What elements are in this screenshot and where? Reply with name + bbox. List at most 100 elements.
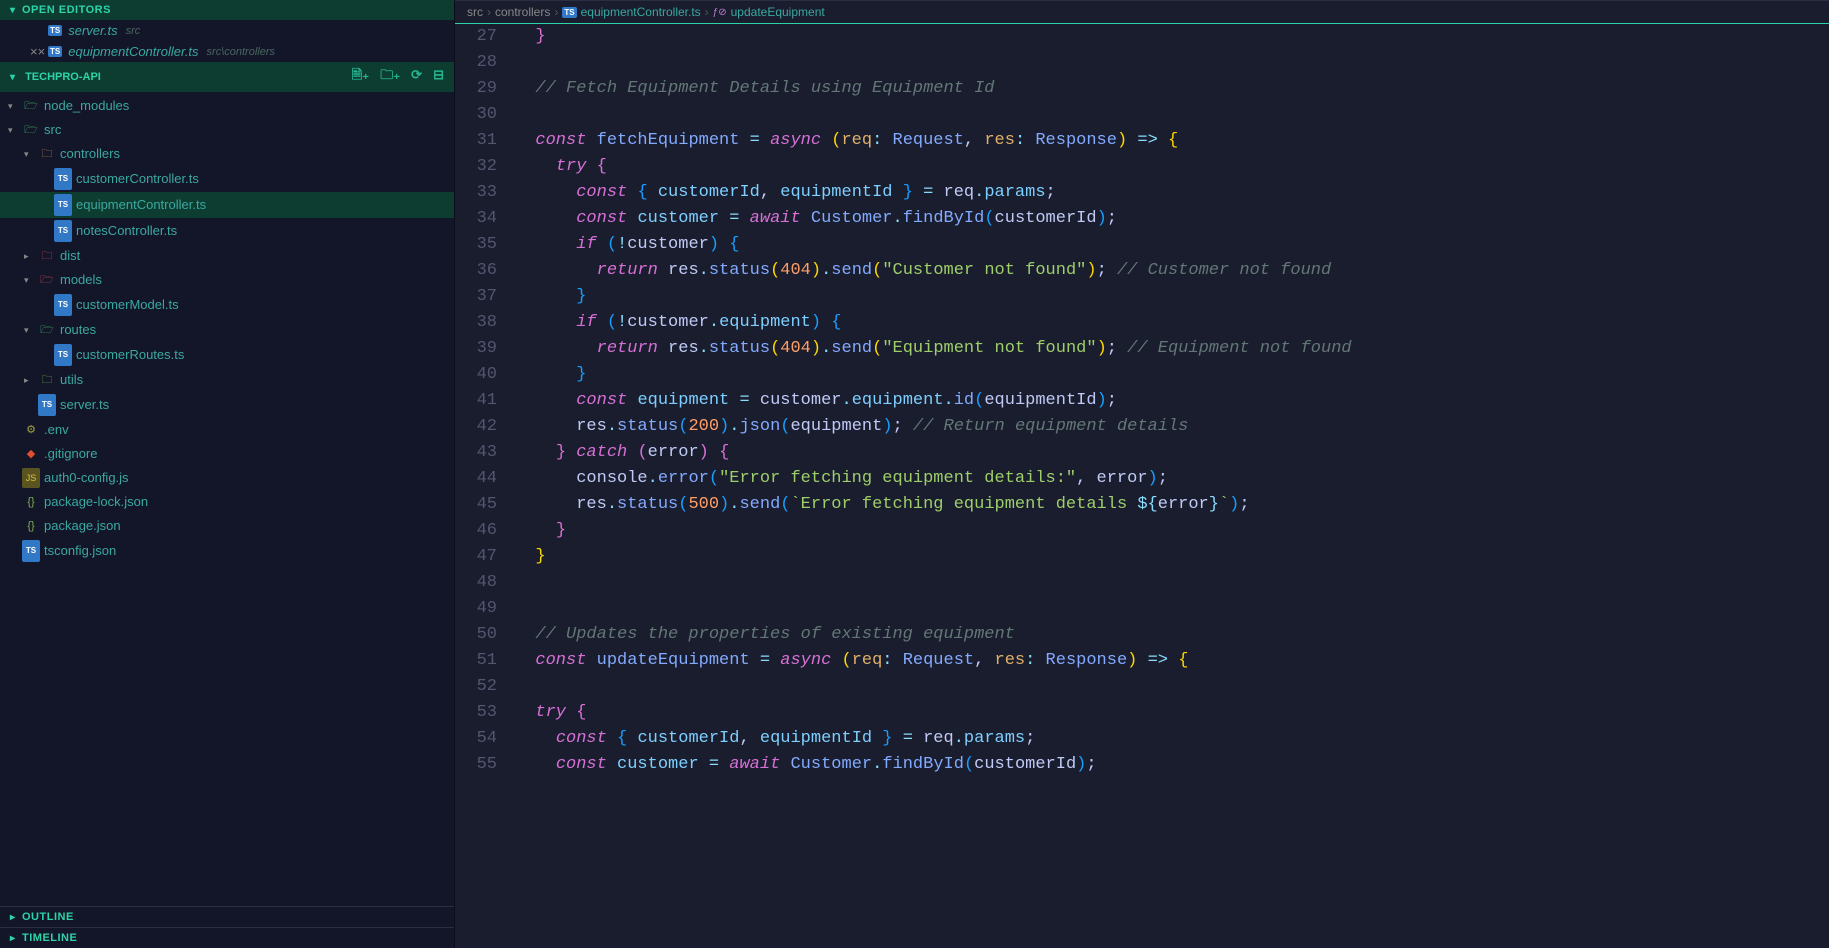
code-line[interactable]: } catch (error) { bbox=[515, 440, 1829, 466]
code-line[interactable]: const fetchEquipment = async (req: Reque… bbox=[515, 128, 1829, 154]
line-number: 35 bbox=[455, 232, 497, 258]
code-line[interactable] bbox=[515, 570, 1829, 596]
folder-item[interactable]: ▸🗀dist bbox=[0, 244, 454, 268]
close-icon[interactable]: × bbox=[30, 44, 48, 59]
line-number: 48 bbox=[455, 570, 497, 596]
line-number: 32 bbox=[455, 154, 497, 180]
code-line[interactable] bbox=[515, 674, 1829, 700]
line-number: 28 bbox=[455, 50, 497, 76]
folder-src-icon: 🗁 bbox=[38, 320, 56, 340]
outline-header[interactable]: ▸ OUTLINE bbox=[0, 906, 454, 927]
code-line[interactable]: console.error("Error fetching equipment … bbox=[515, 466, 1829, 492]
code-line[interactable]: res.status(200).json(equipment); // Retu… bbox=[515, 414, 1829, 440]
ts-icon: TS bbox=[54, 344, 72, 366]
sidebar: ▾ OPEN EDITORS TSserver.tssrc×TSequipmen… bbox=[0, 0, 455, 948]
code-line[interactable]: const customer = await Customer.findById… bbox=[515, 206, 1829, 232]
folder-utils-icon: 🗀 bbox=[38, 370, 56, 390]
file-item[interactable]: TSequipmentController.ts bbox=[0, 192, 454, 218]
timeline-header[interactable]: ▸ TIMELINE bbox=[0, 927, 454, 948]
code-line[interactable]: if (!customer.equipment) { bbox=[515, 310, 1829, 336]
chevron-right-icon: › bbox=[705, 5, 709, 19]
chevron-down-icon: ▾ bbox=[24, 270, 38, 290]
file-item[interactable]: TStsconfig.json bbox=[0, 538, 454, 564]
file-item[interactable]: {}package-lock.json bbox=[0, 490, 454, 514]
ts-icon: TS bbox=[22, 540, 40, 562]
code-line[interactable]: const { customerId, equipmentId } = req.… bbox=[515, 726, 1829, 752]
code-line[interactable] bbox=[515, 596, 1829, 622]
file-item[interactable]: TSnotesController.ts bbox=[0, 218, 454, 244]
open-editor-item[interactable]: ×TSequipmentController.tssrc\controllers bbox=[0, 41, 454, 62]
timeline-label: TIMELINE bbox=[22, 932, 77, 944]
code-line[interactable]: } bbox=[515, 284, 1829, 310]
folder-item[interactable]: ▾🗁routes bbox=[0, 318, 454, 342]
code-line[interactable] bbox=[515, 50, 1829, 76]
breadcrumb-item[interactable]: updateEquipment bbox=[731, 5, 825, 19]
typescript-icon: TS bbox=[48, 46, 62, 57]
line-gutter: 2728293031323334353637383940414243444546… bbox=[455, 24, 515, 948]
collapse-all-icon[interactable]: ⊟ bbox=[433, 67, 444, 82]
file-item[interactable]: TScustomerController.ts bbox=[0, 166, 454, 192]
code-line[interactable]: res.status(500).send(`Error fetching equ… bbox=[515, 492, 1829, 518]
open-editor-item[interactable]: TSserver.tssrc bbox=[0, 20, 454, 41]
folder-item[interactable]: ▸🗀utils bbox=[0, 368, 454, 392]
tree-item-label: notesController.ts bbox=[76, 221, 177, 241]
chevron-right-icon: › bbox=[554, 5, 558, 19]
code-line[interactable]: const { customerId, equipmentId } = req.… bbox=[515, 180, 1829, 206]
code-line[interactable]: // Updates the properties of existing eq… bbox=[515, 622, 1829, 648]
line-number: 54 bbox=[455, 726, 497, 752]
code-line[interactable]: if (!customer) { bbox=[515, 232, 1829, 258]
code-line[interactable]: const customer = await Customer.findById… bbox=[515, 752, 1829, 778]
folder-item[interactable]: ▾🗀controllers bbox=[0, 142, 454, 166]
breadcrumb-item[interactable]: src bbox=[467, 5, 483, 19]
code-line[interactable]: } bbox=[515, 544, 1829, 570]
line-number: 45 bbox=[455, 492, 497, 518]
code-line[interactable]: } bbox=[515, 24, 1829, 50]
file-item[interactable]: {}package.json bbox=[0, 514, 454, 538]
code-line[interactable]: return res.status(404).send("Equipment n… bbox=[515, 336, 1829, 362]
chevron-down-icon: ▾ bbox=[8, 120, 22, 140]
file-item[interactable]: ◆.gitignore bbox=[0, 442, 454, 466]
ts-icon: TS bbox=[54, 168, 72, 190]
line-number: 36 bbox=[455, 258, 497, 284]
file-item[interactable]: JSauth0-config.js bbox=[0, 466, 454, 490]
open-editors-header[interactable]: ▾ OPEN EDITORS bbox=[0, 0, 454, 20]
breadcrumb-item[interactable]: controllers bbox=[495, 5, 550, 19]
code-line[interactable]: return res.status(404).send("Customer no… bbox=[515, 258, 1829, 284]
new-file-icon[interactable]: 🗎₊ bbox=[352, 67, 369, 82]
breadcrumbs[interactable]: src › controllers › TS equipmentControll… bbox=[455, 0, 1829, 24]
refresh-icon[interactable]: ⟳ bbox=[411, 67, 422, 82]
file-item[interactable]: TScustomerModel.ts bbox=[0, 292, 454, 318]
new-folder-icon[interactable]: 🗀₊ bbox=[380, 67, 400, 82]
chevron-right-icon: ▸ bbox=[24, 246, 38, 266]
code-line[interactable] bbox=[515, 102, 1829, 128]
project-header[interactable]: ▾ TECHPRO-API 🗎₊ 🗀₊ ⟳ ⊟ bbox=[0, 62, 454, 92]
folder-item[interactable]: ▾🗁src bbox=[0, 118, 454, 142]
code-line[interactable]: const equipment = customer.equipment.id(… bbox=[515, 388, 1829, 414]
file-item[interactable]: TScustomerRoutes.ts bbox=[0, 342, 454, 368]
code-line[interactable]: const updateEquipment = async (req: Requ… bbox=[515, 648, 1829, 674]
line-number: 30 bbox=[455, 102, 497, 128]
breadcrumb-item[interactable]: equipmentController.ts bbox=[581, 5, 701, 19]
json-icon: {} bbox=[22, 516, 40, 536]
code-line[interactable]: } bbox=[515, 362, 1829, 388]
file-item[interactable]: ⚙.env bbox=[0, 418, 454, 442]
folder-item[interactable]: ▾🗁models bbox=[0, 268, 454, 292]
code-line[interactable]: } bbox=[515, 518, 1829, 544]
code-editor[interactable]: 2728293031323334353637383940414243444546… bbox=[455, 24, 1829, 948]
code-line[interactable]: // Fetch Equipment Details using Equipme… bbox=[515, 76, 1829, 102]
tree-item-label: customerRoutes.ts bbox=[76, 345, 184, 365]
tree-item-label: routes bbox=[60, 320, 96, 340]
chevron-down-icon: ▾ bbox=[10, 72, 22, 83]
code-content[interactable]: } // Fetch Equipment Details using Equip… bbox=[515, 24, 1829, 948]
file-item[interactable]: TSserver.ts bbox=[0, 392, 454, 418]
line-number: 53 bbox=[455, 700, 497, 726]
tree-item-label: src bbox=[44, 120, 61, 140]
code-line[interactable]: try { bbox=[515, 700, 1829, 726]
line-number: 44 bbox=[455, 466, 497, 492]
line-number: 34 bbox=[455, 206, 497, 232]
code-line[interactable]: try { bbox=[515, 154, 1829, 180]
folder-item[interactable]: ▾🗁node_modules bbox=[0, 94, 454, 118]
line-number: 42 bbox=[455, 414, 497, 440]
tree-item-label: customerController.ts bbox=[76, 169, 199, 189]
ts-icon: TS bbox=[54, 194, 72, 216]
